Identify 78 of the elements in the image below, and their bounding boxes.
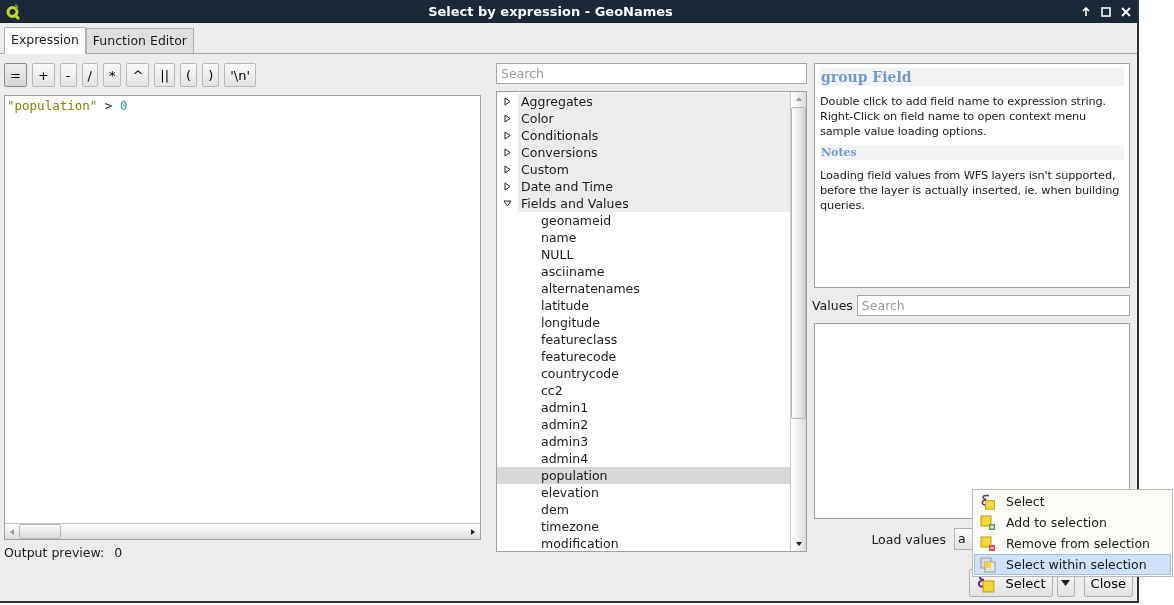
menu-item[interactable]: Select <box>974 491 1171 512</box>
operator-button[interactable]: ) <box>202 63 220 87</box>
operator-button[interactable]: - <box>59 63 77 87</box>
vertical-scrollbar[interactable] <box>790 92 806 551</box>
menu-item[interactable]: Remove from selection <box>974 533 1171 554</box>
expression-token: > <box>104 98 113 113</box>
values-search-field[interactable]: Search <box>856 295 1130 316</box>
operator-button[interactable]: ( <box>180 63 198 87</box>
keep-above-icon[interactable] <box>1081 6 1091 17</box>
expression-token: "population" <box>7 98 98 113</box>
select-expression-icon <box>980 493 996 510</box>
logo-icon <box>6 3 20 20</box>
collapse-arrow-icon[interactable] <box>503 199 512 208</box>
tree-item[interactable]: alternatenames <box>497 280 790 297</box>
tree-item[interactable]: NULL <box>497 246 790 263</box>
tree-item[interactable]: featurecode <box>497 348 790 365</box>
tree-item[interactable]: longitude <box>497 314 790 331</box>
caret-icon <box>1061 580 1071 586</box>
expand-arrow-icon[interactable] <box>503 131 512 140</box>
tree-group[interactable]: Color <box>518 110 790 127</box>
window-title: Select by expression - GeoNames <box>427 4 674 19</box>
tree-group[interactable]: Aggregates <box>518 93 790 110</box>
tree-item[interactable]: admin3 <box>497 433 790 450</box>
operator-button[interactable]: * <box>102 63 122 87</box>
operator-button[interactable]: || <box>154 63 176 87</box>
tree-item[interactable]: admin2 <box>497 416 790 433</box>
tree-item[interactable]: cc2 <box>497 382 790 399</box>
tree-item[interactable]: latitude <box>497 297 790 314</box>
menu-item[interactable]: Select within selection <box>974 554 1171 575</box>
tree-group[interactable]: Fields and Values <box>518 195 790 212</box>
tab[interactable]: Function Editor <box>85 28 194 53</box>
operator-button[interactable]: '\n' <box>224 63 256 87</box>
remove-selection-icon <box>980 535 996 552</box>
tab[interactable]: Expression <box>4 27 86 54</box>
output-preview-label: Output preview: <box>4 545 105 560</box>
add-selection-icon <box>980 514 996 531</box>
operator-button[interactable]: = <box>4 63 27 87</box>
tree-item[interactable]: population <box>497 467 790 484</box>
tree-item[interactable]: geonameid <box>497 212 790 229</box>
menu-item[interactable]: Add to selection <box>974 512 1171 533</box>
notes-title: Notes <box>820 145 1124 160</box>
expand-arrow-icon[interactable] <box>503 165 512 174</box>
expression-editor[interactable]: "population" > 0 <box>4 95 481 540</box>
help-text: Double click to add field name to expression string. Right-Click on field name to open context menu sample value loading options. <box>820 94 1108 139</box>
tree-group[interactable]: Conversions <box>518 144 790 161</box>
values-label: Values <box>812 298 853 313</box>
operator-button[interactable]: / <box>81 63 98 87</box>
scrollbar-thumb[interactable] <box>791 107 806 419</box>
tree-item[interactable]: timezone <box>497 518 790 535</box>
operator-button[interactable]: + <box>31 63 55 87</box>
help-title: group Field <box>820 68 1124 86</box>
expression-token: 0 <box>119 98 128 113</box>
expand-arrow-icon[interactable] <box>503 182 512 191</box>
horizontal-scrollbar[interactable] <box>5 523 480 539</box>
output-preview-value: 0 <box>114 545 123 560</box>
maximize-icon[interactable] <box>1101 6 1111 17</box>
expand-arrow-icon[interactable] <box>503 114 512 123</box>
notes-text: Loading field values from WFS layers isn't supported, before the layer is actually inserted, ie. when building queries. <box>820 168 1121 213</box>
tree-item[interactable]: dem <box>497 501 790 518</box>
tree-item[interactable]: admin4 <box>497 450 790 467</box>
tree-item[interactable]: modification <box>497 535 790 551</box>
tree-item[interactable]: countrycode <box>497 365 790 382</box>
tree-group[interactable]: Date and Time <box>518 178 790 195</box>
tree-item[interactable]: featureclass <box>497 331 790 348</box>
tree-item[interactable]: name <box>497 229 790 246</box>
tree-item[interactable]: elevation <box>497 484 790 501</box>
expand-arrow-icon[interactable] <box>503 97 512 106</box>
tree-item[interactable]: asciiname <box>497 263 790 280</box>
scrollbar-thumb[interactable] <box>19 524 61 539</box>
expand-arrow-icon[interactable] <box>503 148 512 157</box>
close-icon[interactable] <box>1121 6 1131 17</box>
tree-item[interactable]: admin1 <box>497 399 790 416</box>
tree-group[interactable]: Custom <box>518 161 790 178</box>
intersect-selection-icon <box>980 556 996 573</box>
load-values-label: Load values <box>871 531 946 547</box>
search-field[interactable]: Search <box>496 63 807 84</box>
tree-group[interactable]: Conditionals <box>518 127 790 144</box>
operator-button[interactable]: ^ <box>126 63 150 87</box>
